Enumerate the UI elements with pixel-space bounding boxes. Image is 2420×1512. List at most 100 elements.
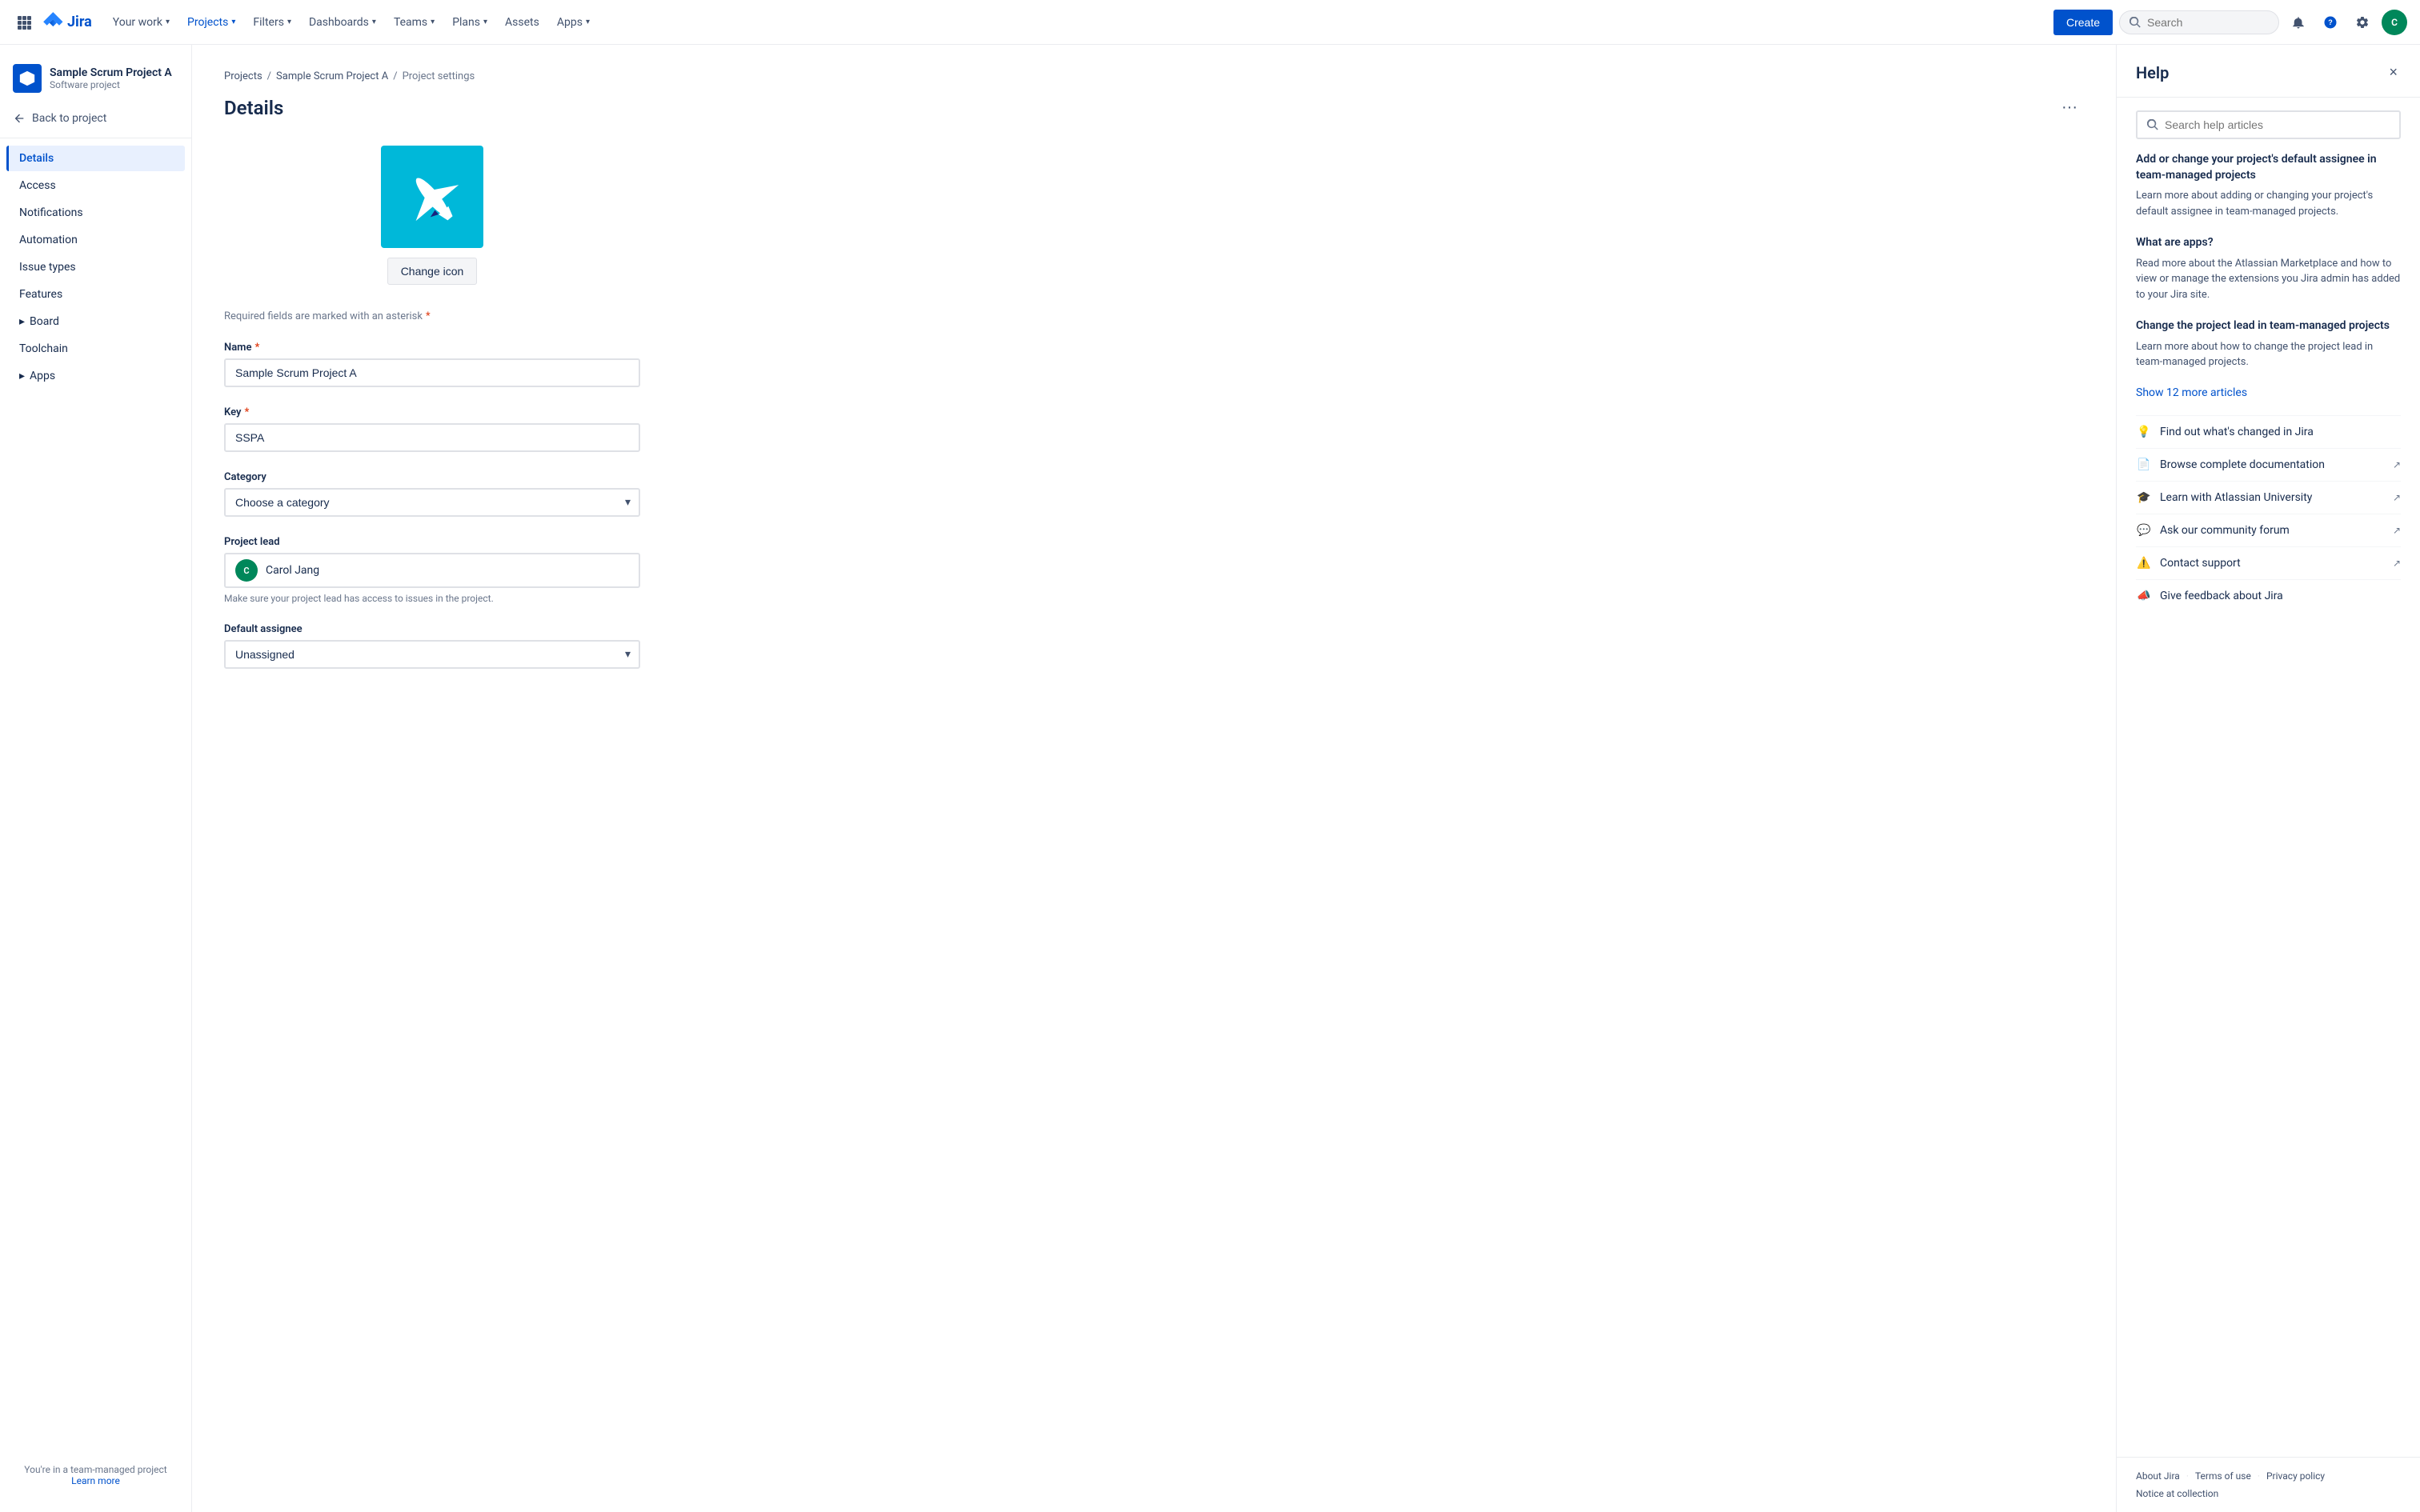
sidebar-project-type: Software project bbox=[50, 79, 172, 90]
project-lead-field-group: Project lead C Carol Jang Make sure your… bbox=[224, 536, 640, 604]
chevron-down-icon: ▾ bbox=[431, 18, 435, 26]
name-input[interactable] bbox=[224, 358, 640, 387]
footer-terms[interactable]: Terms of use bbox=[2195, 1470, 2251, 1482]
help-button[interactable]: ? bbox=[2318, 10, 2343, 35]
jira-logo[interactable]: Jira bbox=[42, 11, 92, 34]
help-article-1: Add or change your project's default ass… bbox=[2136, 152, 2401, 219]
nav-assets[interactable]: Assets bbox=[497, 11, 547, 34]
help-article-title-1[interactable]: Add or change your project's default ass… bbox=[2136, 152, 2401, 183]
category-field-group: Category Choose a category ▾ bbox=[224, 471, 640, 517]
external-link-icon: ↗ bbox=[2393, 492, 2401, 503]
sidebar-item-details[interactable]: Details bbox=[6, 146, 185, 171]
external-link-icon: ↗ bbox=[2393, 525, 2401, 536]
help-article-2: What are apps? Read more about the Atlas… bbox=[2136, 235, 2401, 302]
breadcrumb-projects[interactable]: Projects bbox=[224, 70, 262, 82]
sidebar-footer: You're in a team-managed project Learn m… bbox=[0, 1451, 191, 1499]
footer-about-jira[interactable]: About Jira bbox=[2136, 1470, 2180, 1482]
category-select[interactable]: Choose a category bbox=[224, 488, 640, 517]
help-article-3: Change the project lead in team-managed … bbox=[2136, 318, 2401, 370]
sidebar-item-board[interactable]: ▸ Board bbox=[6, 309, 185, 334]
notifications-button[interactable] bbox=[2286, 10, 2311, 35]
help-panel: Help × Add or change your project's defa… bbox=[2116, 45, 2420, 1512]
nav-plans[interactable]: Plans ▾ bbox=[444, 11, 495, 34]
nav-items: Your work ▾ Projects ▾ Filters ▾ Dashboa… bbox=[105, 11, 598, 34]
help-link-university[interactable]: 🎓 Learn with Atlassian University ↗ bbox=[2136, 481, 2401, 514]
project-lead-avatar: C bbox=[235, 559, 258, 582]
nav-apps[interactable]: Apps ▾ bbox=[549, 11, 598, 34]
breadcrumb: Projects / Sample Scrum Project A / Proj… bbox=[224, 70, 2084, 82]
user-avatar[interactable]: C bbox=[2382, 10, 2407, 35]
grid-icon[interactable] bbox=[13, 11, 35, 34]
chevron-down-icon: ▾ bbox=[231, 18, 235, 26]
help-article-title-3[interactable]: Change the project lead in team-managed … bbox=[2136, 318, 2401, 334]
sidebar-project-name: Sample Scrum Project A bbox=[50, 66, 172, 80]
chevron-down-icon: ▾ bbox=[166, 18, 170, 26]
project-lead-input[interactable]: C Carol Jang bbox=[224, 553, 640, 588]
show-more-articles-link[interactable]: Show 12 more articles bbox=[2136, 386, 2401, 399]
help-link-docs[interactable]: 📄 Browse complete documentation ↗ bbox=[2136, 448, 2401, 481]
sidebar-item-notifications[interactable]: Notifications bbox=[6, 200, 185, 226]
footer-notice[interactable]: Notice at collection bbox=[2136, 1488, 2218, 1499]
default-assignee-select[interactable]: Unassigned Project lead bbox=[224, 640, 640, 669]
sidebar-project: Sample Scrum Project A Software project bbox=[0, 58, 191, 106]
sidebar-learn-more-link[interactable]: Learn more bbox=[71, 1475, 120, 1486]
graduation-icon: 🎓 bbox=[2136, 490, 2152, 506]
category-select-wrapper: Choose a category ▾ bbox=[224, 488, 640, 517]
help-header: Help × bbox=[2117, 45, 2420, 98]
help-search-bar[interactable] bbox=[2136, 110, 2401, 139]
search-input[interactable] bbox=[2147, 16, 2259, 29]
default-assignee-field-group: Default assignee Unassigned Project lead… bbox=[224, 623, 640, 669]
key-field-group: Key * bbox=[224, 406, 640, 452]
search-bar[interactable] bbox=[2119, 10, 2279, 34]
chevron-down-icon: ▾ bbox=[586, 18, 590, 26]
create-button[interactable]: Create bbox=[2053, 10, 2113, 35]
key-input[interactable] bbox=[224, 423, 640, 452]
sidebar-item-automation[interactable]: Automation bbox=[6, 227, 185, 253]
more-options-button[interactable]: ··· bbox=[2055, 95, 2084, 120]
sidebar-item-access[interactable]: Access bbox=[6, 173, 185, 198]
nav-teams[interactable]: Teams ▾ bbox=[386, 11, 443, 34]
search-icon bbox=[2130, 17, 2141, 28]
back-icon bbox=[13, 112, 26, 125]
help-search-icon bbox=[2147, 119, 2158, 130]
change-icon-button[interactable]: Change icon bbox=[387, 258, 478, 285]
main-content: Projects / Sample Scrum Project A / Proj… bbox=[192, 45, 2116, 1512]
help-link-community[interactable]: 💬 Ask our community forum ↗ bbox=[2136, 514, 2401, 546]
default-assignee-label: Default assignee bbox=[224, 623, 640, 635]
sidebar-item-toolchain[interactable]: Toolchain bbox=[6, 336, 185, 362]
external-link-icon: ↗ bbox=[2393, 558, 2401, 569]
back-to-project[interactable]: Back to project bbox=[0, 106, 191, 131]
top-navigation: Jira Your work ▾ Projects ▾ Filters ▾ Da… bbox=[0, 0, 2420, 45]
required-note: Required fields are marked with an aster… bbox=[224, 310, 640, 322]
nav-your-work[interactable]: Your work ▾ bbox=[105, 11, 178, 34]
sidebar-item-issue-types[interactable]: Issue types bbox=[6, 254, 185, 280]
settings-button[interactable] bbox=[2350, 10, 2375, 35]
help-article-title-2[interactable]: What are apps? bbox=[2136, 235, 2401, 251]
external-link-icon: ↗ bbox=[2393, 459, 2401, 470]
nav-projects[interactable]: Projects ▾ bbox=[179, 11, 243, 34]
help-link-support[interactable]: ⚠️ Contact support ↗ bbox=[2136, 546, 2401, 579]
app-layout: Sample Scrum Project A Software project … bbox=[0, 45, 2420, 1512]
page-header: Details ··· bbox=[224, 95, 2084, 120]
help-footer: About Jira · Terms of use · Privacy poli… bbox=[2117, 1457, 2420, 1512]
project-lead-label: Project lead bbox=[224, 536, 640, 548]
project-icon bbox=[13, 64, 42, 93]
docs-icon: 📄 bbox=[2136, 457, 2152, 473]
breadcrumb-project[interactable]: Sample Scrum Project A bbox=[276, 70, 388, 82]
key-label: Key * bbox=[224, 406, 640, 418]
project-icon-container: Change icon bbox=[224, 146, 640, 285]
help-close-button[interactable]: × bbox=[2386, 61, 2401, 84]
name-field-group: Name * bbox=[224, 342, 640, 387]
nav-dashboards[interactable]: Dashboards ▾ bbox=[301, 11, 384, 34]
project-icon-image bbox=[381, 146, 483, 248]
nav-filters[interactable]: Filters ▾ bbox=[245, 11, 299, 34]
help-search-input[interactable] bbox=[2165, 118, 2390, 131]
support-icon: ⚠️ bbox=[2136, 555, 2152, 571]
sidebar-item-apps[interactable]: ▸ Apps bbox=[6, 363, 185, 389]
footer-privacy[interactable]: Privacy policy bbox=[2266, 1470, 2325, 1482]
sidebar-item-features[interactable]: Features bbox=[6, 282, 185, 307]
help-link-feedback[interactable]: 📣 Give feedback about Jira bbox=[2136, 579, 2401, 612]
help-article-body-3: Learn more about how to change the proje… bbox=[2136, 339, 2401, 370]
help-link-whats-changed[interactable]: 💡 Find out what's changed in Jira bbox=[2136, 415, 2401, 448]
required-star: * bbox=[426, 310, 431, 322]
